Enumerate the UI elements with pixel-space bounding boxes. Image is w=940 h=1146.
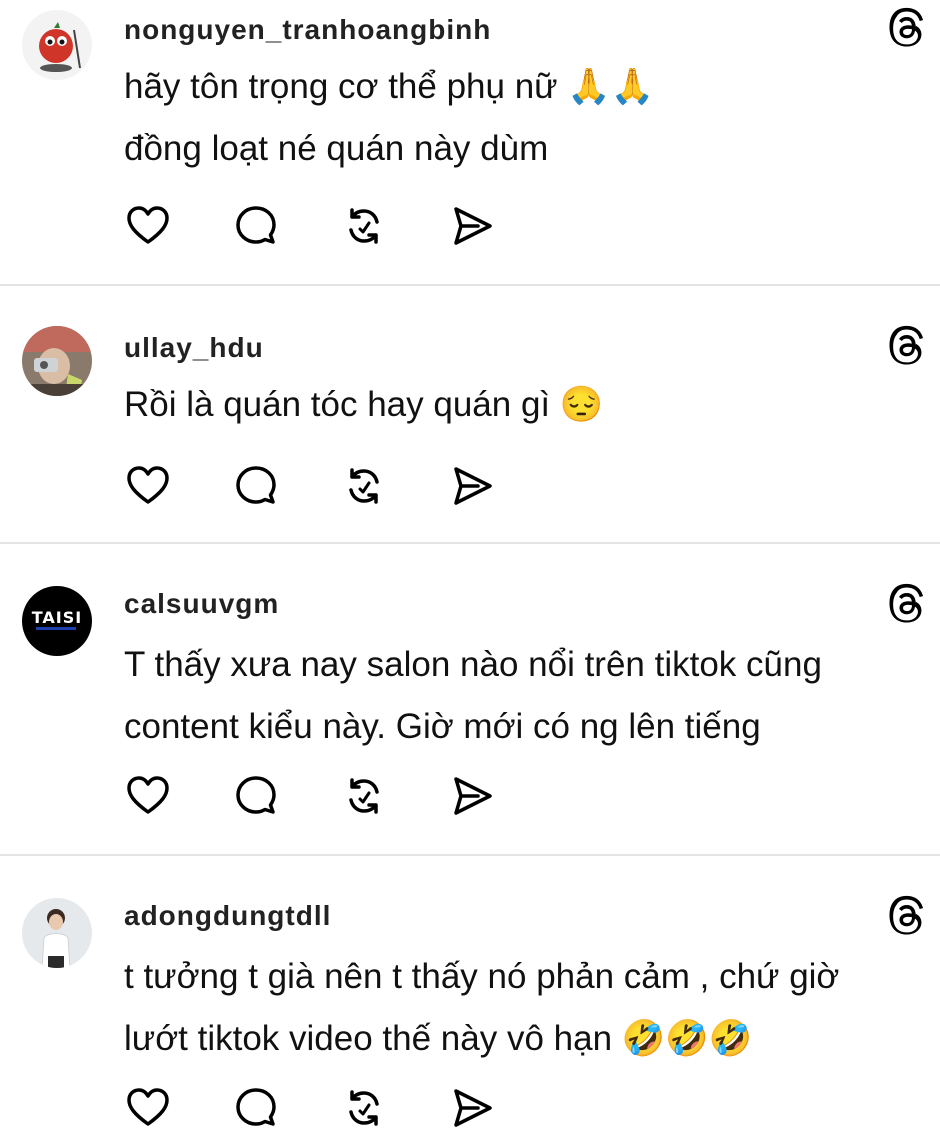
action-bar <box>124 772 524 820</box>
comment-4: adongdungtdll t tưởng t già nên t thấy n… <box>0 856 940 1146</box>
comment-text: hãy tôn trọng cơ thể phụ nữ 🙏🙏 đồng loạt… <box>124 56 924 180</box>
comment-text: t tưởng t già nên t thấy nó phản cảm , c… <box>124 946 924 1070</box>
comment-line: đồng loạt né quán này dùm <box>124 129 549 168</box>
comment-line: T thấy xưa nay salon nào nổi trên tiktok… <box>124 645 822 684</box>
avatar-label: TAISI <box>31 608 83 627</box>
username[interactable]: adongdungtdll <box>124 900 345 932</box>
threads-logo-icon[interactable] <box>886 894 930 938</box>
send-icon[interactable] <box>448 202 496 250</box>
repost-icon[interactable] <box>340 462 388 510</box>
comment-icon[interactable] <box>232 1084 280 1132</box>
username[interactable]: nonguyen_tranhoangbinh <box>124 14 505 46</box>
avatar-image <box>22 898 92 968</box>
comment-line: t tưởng t già nên t thấy nó phản cảm , c… <box>124 957 840 996</box>
comment-line: content kiểu này. Giờ mới có ng lên tiến… <box>124 707 761 746</box>
action-bar <box>124 1084 524 1132</box>
comment-line: Rồi là quán tóc hay quán gì 😔 <box>124 385 604 424</box>
avatar[interactable] <box>22 10 92 80</box>
comment-icon[interactable] <box>232 202 280 250</box>
repost-icon[interactable] <box>340 772 388 820</box>
repost-icon[interactable] <box>340 1084 388 1132</box>
action-bar <box>124 462 524 510</box>
heart-icon[interactable] <box>124 772 172 820</box>
threads-logo-icon[interactable] <box>886 6 930 50</box>
comment-icon[interactable] <box>232 772 280 820</box>
comment-line: hãy tôn trọng cơ thể phụ nữ 🙏🙏 <box>124 67 655 106</box>
comment-2: ullay_hdu Rồi là quán tóc hay quán gì 😔 <box>0 286 940 542</box>
action-bar <box>124 202 524 250</box>
avatar-image <box>22 326 92 396</box>
avatar[interactable] <box>22 326 92 396</box>
comment-line: lướt tiktok video thế này vô hạn 🤣🤣🤣 <box>124 1019 753 1058</box>
comment-text: T thấy xưa nay salon nào nổi trên tiktok… <box>124 634 924 758</box>
avatar[interactable] <box>22 898 92 968</box>
username[interactable]: calsuuvgm <box>124 588 293 620</box>
send-icon[interactable] <box>448 1084 496 1132</box>
repost-icon[interactable] <box>340 202 388 250</box>
threads-logo-icon[interactable] <box>886 582 930 626</box>
avatar[interactable]: TAISI <box>22 586 92 656</box>
threads-logo-icon[interactable] <box>886 324 930 368</box>
send-icon[interactable] <box>448 772 496 820</box>
comment-icon[interactable] <box>232 462 280 510</box>
avatar-image <box>22 10 92 80</box>
comment-1: nonguyen_tranhoangbinh hãy tôn trọng cơ … <box>0 0 940 284</box>
heart-icon[interactable] <box>124 462 172 510</box>
send-icon[interactable] <box>448 462 496 510</box>
comment-text: Rồi là quán tóc hay quán gì 😔 <box>124 374 924 436</box>
comment-3: TAISI calsuuvgm T thấy xưa nay salon nào… <box>0 544 940 854</box>
username[interactable]: ullay_hdu <box>124 332 278 364</box>
heart-icon[interactable] <box>124 202 172 250</box>
heart-icon[interactable] <box>124 1084 172 1132</box>
